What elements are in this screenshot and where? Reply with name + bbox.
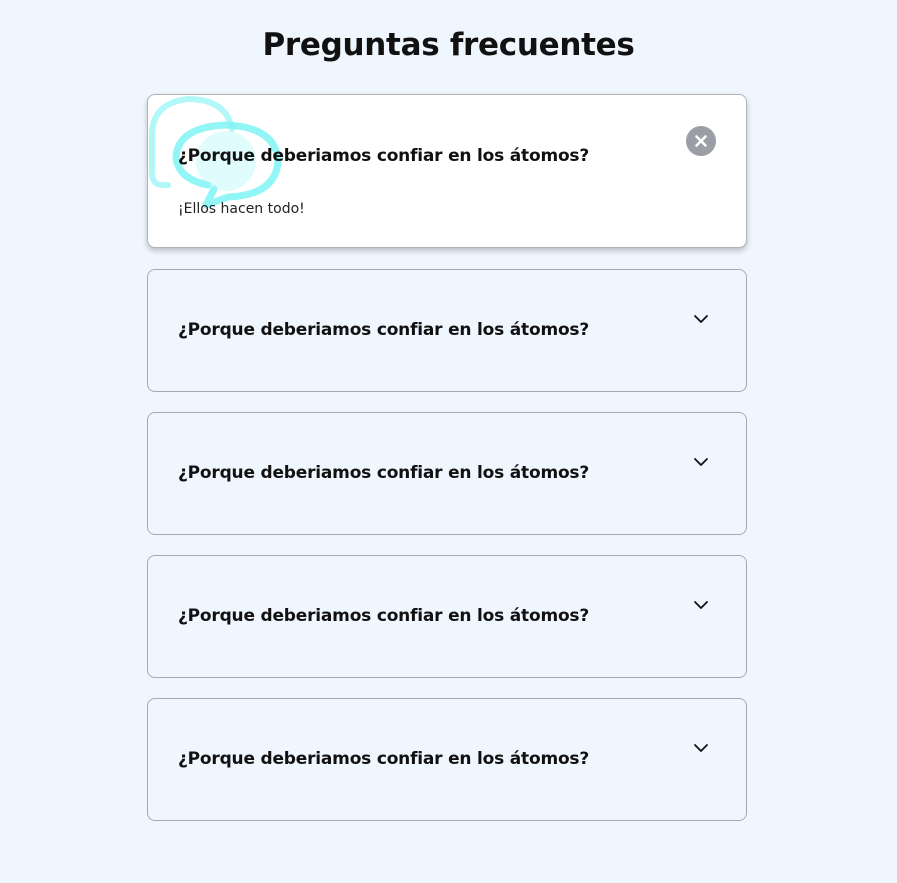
faq-question: ¿Porque deberiamos confiar en los átomos… [178, 749, 590, 769]
chevron-down-icon [694, 458, 708, 466]
faq-question: ¿Porque deberiamos confiar en los átomos… [178, 606, 590, 626]
chevron-down-icon [694, 315, 708, 323]
expand-button[interactable] [686, 733, 716, 763]
faq-item[interactable]: ¿Porque deberiamos confiar en los átomos… [147, 412, 747, 535]
faq-item[interactable]: ¿Porque deberiamos confiar en los átomos… [147, 698, 747, 821]
faq-question: ¿Porque deberiamos confiar en los átomos… [178, 320, 590, 340]
close-button[interactable] [686, 126, 716, 156]
chevron-down-icon [694, 744, 708, 752]
faq-answer: ¡Ellos hacen todo! [178, 201, 305, 217]
faq-item[interactable]: ¿Porque deberiamos confiar en los átomos… [147, 94, 747, 248]
faq-question: ¿Porque deberiamos confiar en los átomos… [178, 146, 590, 166]
chevron-down-icon [694, 601, 708, 609]
expand-button[interactable] [686, 447, 716, 477]
close-icon [695, 135, 707, 147]
faq-question: ¿Porque deberiamos confiar en los átomos… [178, 463, 590, 483]
faq-list: ¿Porque deberiamos confiar en los átomos… [147, 94, 747, 841]
expand-button[interactable] [686, 590, 716, 620]
faq-item[interactable]: ¿Porque deberiamos confiar en los átomos… [147, 269, 747, 392]
page-title: Preguntas frecuentes [262, 27, 635, 63]
expand-button[interactable] [686, 304, 716, 334]
faq-item[interactable]: ¿Porque deberiamos confiar en los átomos… [147, 555, 747, 678]
